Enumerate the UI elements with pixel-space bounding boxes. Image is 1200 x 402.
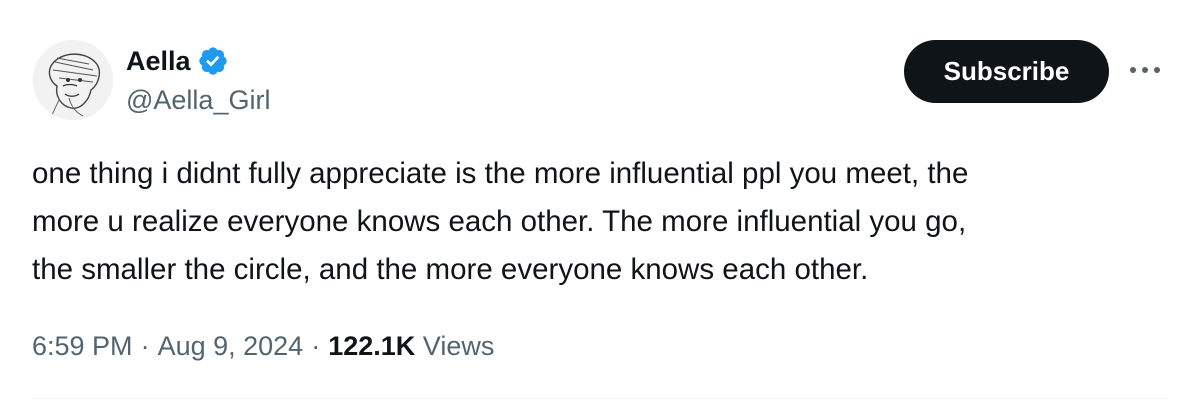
avatar-image-icon (33, 40, 113, 120)
display-name[interactable]: Aella (126, 42, 191, 80)
tweet-meta: 6:59 PM · Aug 9, 2024 · 122.1K Views (32, 327, 494, 365)
subscribe-button[interactable]: Subscribe (904, 40, 1109, 103)
author-name-row: Aella (126, 42, 229, 80)
verified-badge-icon[interactable] (197, 45, 229, 77)
tweet-text-line: the smaller the circle, and the more eve… (32, 253, 869, 286)
more-options-icon[interactable] (1125, 58, 1165, 82)
avatar[interactable] (33, 40, 113, 120)
divider (32, 398, 1168, 399)
tweet-date[interactable]: Aug 9, 2024 (158, 331, 304, 361)
views-label[interactable]: Views (423, 331, 495, 361)
meta-separator: · (311, 331, 321, 361)
tweet-text-line: one thing i didnt fully appreciate is th… (32, 157, 969, 190)
tweet-time[interactable]: 6:59 PM (32, 331, 133, 361)
tweet-text-line: more u realize everyone knows each other… (32, 205, 967, 238)
tweet-text: one thing i didnt fully appreciate is th… (32, 150, 1172, 294)
tweet-card: Aella @Aella_Girl Subscribe one thing i … (0, 0, 1200, 402)
views-count[interactable]: 122.1K (328, 331, 415, 361)
author-handle[interactable]: @Aella_Girl (126, 82, 270, 118)
meta-separator: · (140, 331, 150, 361)
